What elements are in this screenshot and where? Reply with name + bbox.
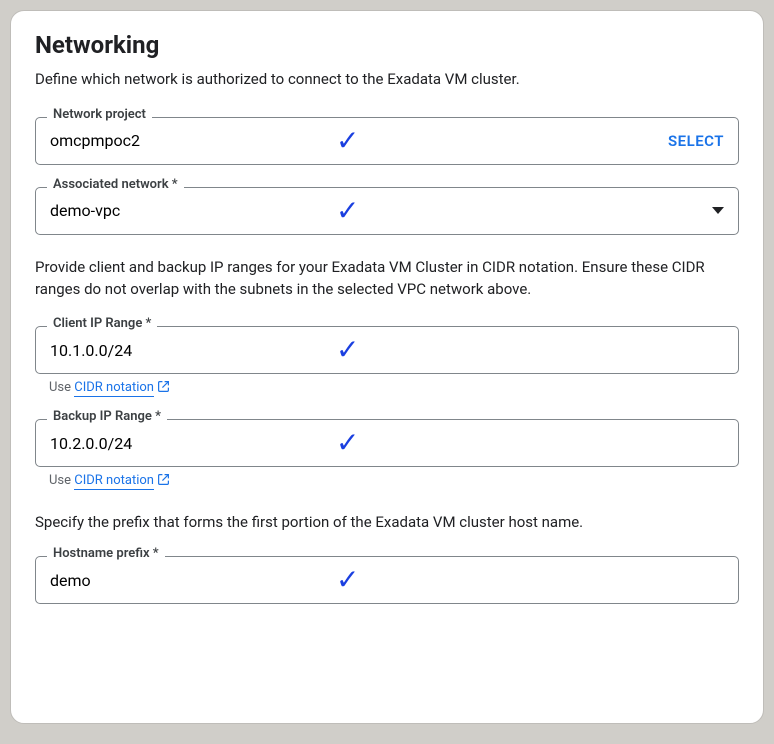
network-project-box[interactable]: ✓ SELECT	[35, 117, 739, 165]
client-ip-range-field: Client IP Range * ✓ Use CIDR notation	[35, 326, 739, 395]
backup-ip-range-field: Backup IP Range * ✓ Use CIDR notation	[35, 419, 739, 488]
checkmark-icon: ✓	[336, 336, 359, 364]
external-link-icon	[157, 473, 170, 486]
network-project-label: Network project	[47, 107, 152, 122]
network-project-input[interactable]	[50, 131, 310, 150]
client-ip-range-box[interactable]: ✓	[35, 326, 739, 374]
cidr-link[interactable]: CIDR notation	[74, 473, 154, 490]
intro-text: Define which network is authorized to co…	[35, 69, 739, 91]
checkmark-icon: ✓	[336, 127, 359, 155]
client-ip-range-input[interactable]	[50, 341, 310, 360]
hostname-prefix-label: Hostname prefix *	[47, 546, 165, 561]
select-button[interactable]: SELECT	[668, 132, 724, 150]
backup-ip-hint: Use CIDR notation	[49, 473, 739, 488]
cidr-link[interactable]: CIDR notation	[74, 380, 154, 397]
page-title: Networking	[35, 31, 739, 59]
external-link-icon	[157, 380, 170, 393]
network-project-field: Network project ✓ SELECT	[35, 117, 739, 165]
chevron-down-icon[interactable]	[712, 207, 724, 214]
backup-ip-range-input[interactable]	[50, 434, 310, 453]
hostname-prefix-field: Hostname prefix * ✓	[35, 556, 739, 604]
client-ip-range-label: Client IP Range *	[47, 316, 157, 331]
checkmark-icon: ✓	[336, 429, 359, 457]
checkmark-icon: ✓	[336, 197, 359, 225]
backup-ip-range-box[interactable]: ✓	[35, 419, 739, 467]
networking-panel: Networking Define which network is autho…	[10, 10, 764, 724]
hostname-prefix-box[interactable]: ✓	[35, 556, 739, 604]
backup-ip-range-label: Backup IP Range *	[47, 409, 167, 424]
ip-ranges-desc: Provide client and backup IP ranges for …	[35, 257, 739, 301]
associated-network-box[interactable]: ✓	[35, 187, 739, 235]
hostname-prefix-input[interactable]	[50, 571, 310, 590]
associated-network-input[interactable]	[50, 201, 310, 220]
client-ip-hint: Use CIDR notation	[49, 380, 739, 395]
associated-network-label: Associated network *	[47, 177, 184, 192]
hostname-desc: Specify the prefix that forms the first …	[35, 512, 739, 534]
checkmark-icon: ✓	[336, 566, 359, 594]
associated-network-field: Associated network * ✓	[35, 187, 739, 235]
